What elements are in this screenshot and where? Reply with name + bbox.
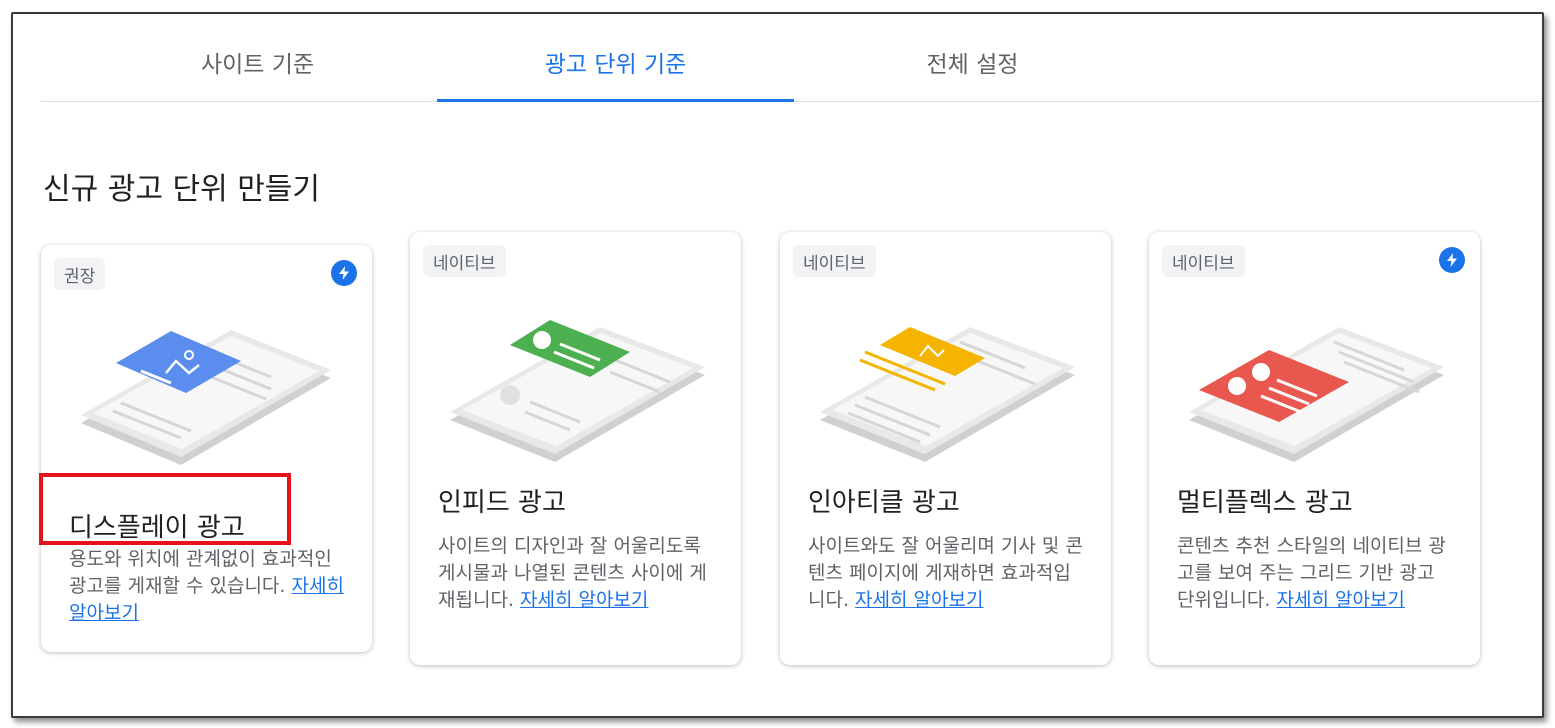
tab-bar: 사이트 기준 광고 단위 기준 전체 설정 (41, 22, 1542, 102)
learn-more-link[interactable]: 자세히 알아보기 (520, 589, 648, 611)
native-chip: 네이티브 (793, 245, 876, 277)
card-infeed-ad[interactable]: 네이티브 인피드 광고 사이트의 디자인과 잘 어울리도록 게시물과 나열된 콘… (410, 232, 741, 665)
tab-ad-unit[interactable]: 광고 단위 기준 (437, 22, 794, 102)
card-title: 인아티클 광고 (808, 488, 960, 518)
card-title: 멀티플렉스 광고 (1177, 488, 1353, 518)
inarticle-ad-illustration (820, 327, 1075, 462)
card-description: 사이트의 디자인과 잘 어울리도록 게시물과 나열된 콘텐츠 사이에 게재됩니다… (438, 535, 707, 611)
learn-more-link[interactable]: 자세히 알아보기 (1276, 589, 1404, 611)
active-tab-indicator (437, 99, 794, 102)
learn-more-link[interactable]: 자세히 알아보기 (855, 589, 983, 611)
multiplex-ad-illustration (1189, 327, 1444, 462)
window-frame: 사이트 기준 광고 단위 기준 전체 설정 신규 광고 단위 만들기 권장 디스… (11, 12, 1544, 718)
tab-global-settings[interactable]: 전체 설정 (794, 22, 1151, 102)
card-multiplex-ad[interactable]: 네이티브 멀티플렉스 광고 콘텐츠 추천 스타일의 네이티브 광고를 보여 주는… (1149, 232, 1480, 665)
card-description: 용도와 위치에 관계없이 효과적인 광고를 게재할 수 있습니다. 자세히 알아… (69, 548, 344, 624)
native-chip: 네이티브 (1162, 245, 1245, 277)
card-inarticle-ad[interactable]: 네이티브 인아티클 광고 사이트와도 잘 어울리며 기사 및 콘텐츠 페이지에 … (780, 232, 1111, 665)
card-title: 디스플레이 광고 (69, 513, 245, 543)
amp-bolt-icon (331, 260, 357, 286)
card-description: 사이트와도 잘 어울리며 기사 및 콘텐츠 페이지에 게재하면 효과적입니다. … (808, 535, 1083, 611)
recommended-chip: 권장 (54, 258, 106, 290)
section-title: 신규 광고 단위 만들기 (43, 172, 321, 207)
card-description: 콘텐츠 추천 스타일의 네이티브 광고를 보여 주는 그리드 기반 광고 단위입… (1177, 535, 1446, 611)
card-display-ad[interactable]: 권장 디스플레이 광고 용도와 위치에 관계없이 효과적인 광고를 게재할 수 … (41, 245, 372, 652)
native-chip: 네이티브 (423, 245, 506, 277)
card-title: 인피드 광고 (438, 488, 566, 518)
display-ad-illustration (81, 330, 331, 465)
amp-bolt-icon (1439, 247, 1465, 273)
infeed-ad-illustration (450, 320, 705, 462)
tab-site[interactable]: 사이트 기준 (79, 22, 436, 102)
